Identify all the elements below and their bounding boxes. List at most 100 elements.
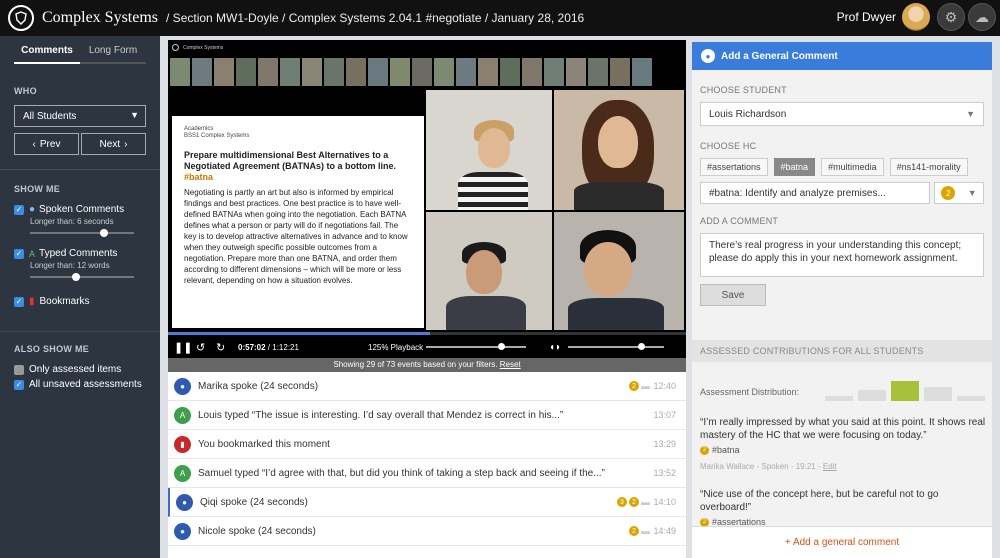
participant-thumbnail[interactable] [610, 58, 630, 86]
distribution-label: Assessment Distribution: [700, 387, 800, 397]
checkbox-checked-icon[interactable]: ✓ [14, 204, 24, 215]
participant-thumbnail[interactable] [214, 58, 234, 86]
participant-thumbnail[interactable] [346, 58, 366, 86]
hc-tag[interactable]: #ns141-morality [889, 158, 968, 176]
comment-icon[interactable]: ▬ [641, 497, 650, 507]
unsaved-checkbox[interactable]: ✓ All unsaved assessments [0, 377, 160, 392]
checkbox-checked-icon[interactable]: ✓ [14, 296, 24, 307]
video-player[interactable]: Complex Systems Academics BSS1 Complex Sy… [168, 40, 686, 358]
assessed-comment-meta: Marika Wallace - Spoken - 19:21 - [700, 462, 821, 471]
prev-button[interactable]: ‹ Prev [14, 133, 79, 155]
student-dropdown[interactable]: Louis Richardson ▼ [700, 102, 984, 126]
pause-icon[interactable]: ❚❚ [174, 341, 192, 354]
checkbox-checked-icon[interactable]: ✓ [14, 379, 24, 390]
typed-comments-checkbox[interactable]: ✓ A Typed Comments [0, 246, 160, 261]
score-dropdown[interactable]: 2 ▼ [934, 182, 984, 204]
comment-icon[interactable]: ▬ [641, 381, 650, 391]
participant-thumbnail[interactable] [258, 58, 278, 86]
participant-thumbnail[interactable] [544, 58, 564, 86]
student-select[interactable]: All Students ▼ [14, 105, 146, 127]
event-row[interactable]: A Louis typed “The issue is interesting. … [168, 401, 686, 430]
event-time: 13:29 [653, 439, 676, 449]
slider-knob[interactable] [99, 229, 108, 237]
distribution-bar [858, 390, 886, 401]
student-dropdown-value: Louis Richardson [709, 108, 787, 120]
spoken-comments-checkbox[interactable]: ✓ ● Spoken Comments [0, 202, 160, 217]
spoken-threshold-slider[interactable] [30, 228, 146, 238]
event-row[interactable]: A Samuel typed “I’d agree with that, but … [168, 459, 686, 488]
slider-knob[interactable] [71, 273, 80, 281]
checkbox-unchecked-icon[interactable] [14, 364, 24, 375]
playback-rate: 125% Playback [368, 342, 424, 352]
participant-thumbnail[interactable] [170, 58, 190, 86]
top-bar: Complex Systems / Section MW1-Doyle / Co… [0, 0, 1000, 36]
bookmarks-checkbox[interactable]: ✓ ▮ Bookmarks [0, 294, 160, 309]
participant-thumbnail[interactable] [236, 58, 256, 86]
edit-link[interactable]: Edit [823, 462, 837, 471]
playback-speed-slider[interactable] [426, 346, 526, 348]
hc-tag-selected[interactable]: #batna [773, 158, 816, 176]
hc-tag[interactable]: #assertations [700, 158, 768, 176]
hc-dropdown[interactable]: #batna: Identify and analyze premises... [700, 182, 930, 204]
video-header: Complex Systems [172, 44, 223, 51]
participant-thumbnail[interactable] [192, 58, 212, 86]
hc-tag[interactable]: #multimedia [821, 158, 884, 176]
score-badge: 2 [700, 446, 709, 455]
participant-thumbnail[interactable] [456, 58, 476, 86]
event-text: Louis typed “The issue is interesting. I… [198, 409, 564, 421]
tab-long-form[interactable]: Long Form [80, 45, 146, 64]
slider-knob[interactable] [498, 343, 505, 350]
volume-slider[interactable] [568, 346, 664, 348]
event-row[interactable]: ● Nicole spoke (24 seconds) 2 ▬ 14:49 [168, 517, 686, 546]
bookmark-icon: ▮ [174, 435, 191, 453]
speech-bubble-icon: ● [174, 522, 191, 540]
event-row[interactable]: ● Marika spoke (24 seconds) 2 ▬ 12:40 [168, 372, 686, 401]
comment-textarea[interactable]: There’s real progress in your understand… [700, 233, 984, 277]
filter-status: Showing 29 of 73 events based on your fi… [168, 358, 686, 372]
participant-thumbnail[interactable] [588, 58, 608, 86]
participant-thumbnail[interactable] [500, 58, 520, 86]
also-show-me-heading: ALSO SHOW ME [14, 344, 90, 354]
who-heading: WHO [14, 86, 37, 96]
webcam-feed [554, 90, 684, 210]
add-general-comment-link[interactable]: + Add a general comment [692, 526, 992, 558]
event-row[interactable]: ● Qiqi spoke (24 seconds) 3 2 ▬ 14:10 [168, 488, 686, 517]
user-name[interactable]: Prof Dwyer [837, 10, 896, 24]
event-row[interactable]: ▮ You bookmarked this moment 13:29 [168, 430, 686, 459]
shield-logo-icon[interactable] [8, 5, 34, 31]
next-button[interactable]: Next › [81, 133, 146, 155]
participant-thumbnail[interactable] [566, 58, 586, 86]
cloud-upload-icon[interactable]: ☁ [968, 3, 996, 31]
avatar[interactable] [902, 3, 930, 31]
reset-link[interactable]: Reset [500, 360, 521, 369]
video-progress-bar[interactable] [168, 332, 686, 335]
participant-thumbnail[interactable] [302, 58, 322, 86]
assessed-comment[interactable]: “I’m really impressed by what you said a… [700, 416, 988, 473]
participant-thumbnail[interactable] [434, 58, 454, 86]
participant-thumbnail[interactable] [522, 58, 542, 86]
participant-thumbnail[interactable] [632, 58, 652, 86]
rewind-icon[interactable]: ↺ [196, 341, 205, 354]
comment-icon[interactable]: ▬ [641, 526, 650, 536]
volume-icon[interactable]: ◖◗ [549, 342, 561, 353]
slide-header-2: BSS1 Complex Systems [184, 133, 250, 139]
assessed-only-checkbox[interactable]: Only assessed items [0, 362, 160, 377]
fast-forward-icon[interactable]: ↻ [216, 341, 225, 354]
gear-icon[interactable]: ⚙ [937, 3, 965, 31]
tab-comments[interactable]: Comments [14, 45, 80, 64]
checkbox-checked-icon[interactable]: ✓ [14, 248, 24, 259]
participant-thumbnail[interactable] [412, 58, 432, 86]
slider-knob[interactable] [638, 343, 645, 350]
save-button[interactable]: Save [700, 284, 766, 306]
chevron-right-icon: › [124, 138, 128, 150]
slide-title: Prepare multidimensional Best Alternativ… [184, 150, 397, 171]
score-badge: 3 [617, 497, 627, 507]
participant-thumbnail[interactable] [324, 58, 344, 86]
participant-thumbnail[interactable] [280, 58, 300, 86]
assessed-comment[interactable]: “Nice use of the concept here, but be ca… [700, 488, 988, 529]
typed-threshold-slider[interactable] [30, 272, 146, 282]
participant-thumbnail[interactable] [478, 58, 498, 86]
participant-thumbnail[interactable] [368, 58, 388, 86]
brand-name[interactable]: Complex Systems [42, 9, 158, 27]
participant-thumbnail[interactable] [390, 58, 410, 86]
